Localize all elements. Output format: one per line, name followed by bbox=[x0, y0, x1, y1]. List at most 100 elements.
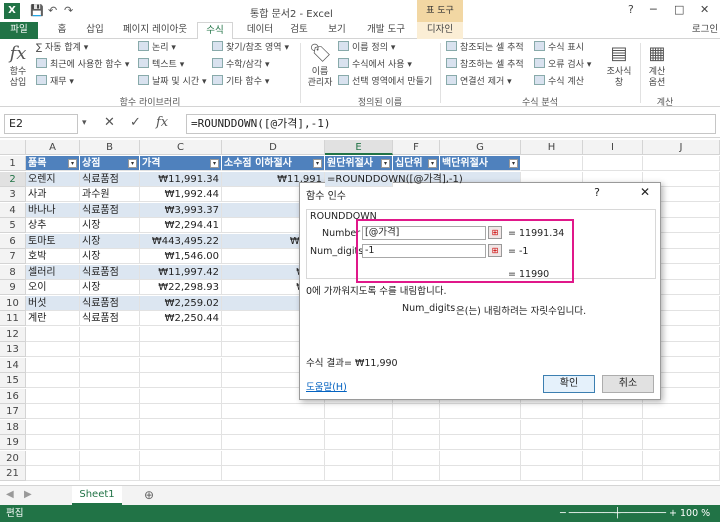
grid-cell[interactable] bbox=[26, 466, 80, 481]
grid-cell[interactable] bbox=[140, 435, 222, 450]
table-cell[interactable]: 바나나 bbox=[26, 202, 80, 218]
grid-cell[interactable] bbox=[80, 404, 140, 419]
grid-cell[interactable] bbox=[80, 342, 140, 357]
row-header[interactable]: 18 bbox=[0, 419, 26, 435]
row-header[interactable]: 10 bbox=[0, 295, 26, 311]
grid-cell[interactable] bbox=[80, 357, 140, 373]
grid-cell[interactable] bbox=[325, 450, 393, 466]
select-all-corner[interactable] bbox=[0, 140, 26, 155]
grid-cell[interactable] bbox=[140, 342, 222, 357]
grid-cell[interactable] bbox=[643, 404, 720, 419]
prev-sheet-icon[interactable]: ◀ bbox=[6, 489, 14, 500]
grid-cell[interactable] bbox=[26, 342, 80, 357]
tab-page-layout[interactable]: 페이지 레이아웃 bbox=[116, 22, 194, 39]
table-header-cell[interactable]: 상점 ▾ bbox=[80, 156, 140, 171]
grid-cell[interactable] bbox=[643, 435, 720, 450]
table-cell[interactable]: 오이 bbox=[26, 280, 80, 295]
zoom-level[interactable]: 100 % bbox=[680, 505, 710, 522]
grid-cell[interactable] bbox=[643, 466, 720, 481]
row-header[interactable]: 2 bbox=[0, 171, 26, 187]
grid-cell[interactable] bbox=[26, 373, 80, 388]
cancel-entry-icon[interactable]: ✕ bbox=[104, 115, 115, 130]
grid-cell[interactable] bbox=[393, 404, 440, 419]
show-formulas-button[interactable]: 수식 표시 bbox=[534, 41, 584, 55]
formula-input[interactable]: =ROUNDDOWN([@가격],-1) bbox=[186, 114, 716, 134]
grid-cell[interactable] bbox=[140, 373, 222, 388]
column-header[interactable]: D bbox=[222, 140, 325, 155]
tab-review[interactable]: 검토 bbox=[284, 22, 314, 39]
grid-cell[interactable] bbox=[643, 156, 720, 171]
grid-cell[interactable] bbox=[325, 435, 393, 450]
grid-cell[interactable] bbox=[26, 450, 80, 466]
table-cell[interactable]: 과수원 bbox=[80, 187, 140, 202]
column-header[interactable]: A bbox=[26, 140, 80, 155]
grid-cell[interactable] bbox=[325, 466, 393, 481]
ok-button[interactable]: 확인 bbox=[543, 375, 595, 393]
row-header[interactable]: 21 bbox=[0, 466, 26, 481]
row-header[interactable]: 16 bbox=[0, 388, 26, 404]
grid-cell[interactable] bbox=[440, 466, 521, 481]
grid-cell[interactable] bbox=[583, 450, 643, 466]
tab-design[interactable]: 디자인 bbox=[417, 22, 463, 39]
table-cell[interactable]: 시장 bbox=[80, 218, 140, 233]
grid-cell[interactable] bbox=[583, 435, 643, 450]
grid-cell[interactable] bbox=[80, 388, 140, 404]
grid-cell[interactable] bbox=[440, 419, 521, 435]
table-header-cell[interactable]: 원단위절사 ▾ bbox=[325, 156, 393, 171]
grid-cell[interactable] bbox=[222, 404, 325, 419]
grid-cell[interactable] bbox=[222, 435, 325, 450]
grid-cell[interactable] bbox=[583, 156, 643, 171]
table-cell[interactable]: ₩1,992.44 bbox=[140, 187, 222, 202]
calc-options-button[interactable]: ▦ 계산 옵션 bbox=[644, 43, 670, 89]
table-cell[interactable]: ₩2,250.44 bbox=[140, 311, 222, 326]
zoom-slider[interactable]: ─ ────────┼──────── + bbox=[560, 505, 677, 522]
table-cell[interactable]: 시장 bbox=[80, 280, 140, 295]
grid-cell[interactable] bbox=[393, 419, 440, 435]
row-header[interactable]: 20 bbox=[0, 450, 26, 466]
row-header[interactable]: 14 bbox=[0, 357, 26, 373]
column-header[interactable]: H bbox=[521, 140, 583, 155]
column-header[interactable]: G bbox=[440, 140, 521, 155]
filter-dropdown-icon[interactable]: ▾ bbox=[428, 159, 437, 168]
grid-cell[interactable] bbox=[222, 466, 325, 481]
table-cell[interactable]: ₩2,294.41 bbox=[140, 218, 222, 233]
grid-cell[interactable] bbox=[521, 435, 583, 450]
grid-cell[interactable] bbox=[140, 357, 222, 373]
grid-cell[interactable] bbox=[26, 326, 80, 342]
column-header[interactable]: C bbox=[140, 140, 222, 155]
grid-cell[interactable] bbox=[393, 435, 440, 450]
column-header[interactable]: J bbox=[643, 140, 720, 155]
table-header-cell[interactable]: 십단위 ▾ bbox=[393, 156, 440, 171]
table-cell[interactable]: 토마토 bbox=[26, 233, 80, 249]
table-cell[interactable]: 시장 bbox=[80, 249, 140, 264]
table-cell[interactable]: ₩1,546.00 bbox=[140, 249, 222, 264]
table-cell[interactable]: ₩11,991.34 bbox=[140, 171, 222, 187]
row-header[interactable]: 17 bbox=[0, 404, 26, 419]
row-header[interactable]: 4 bbox=[0, 202, 26, 218]
grid-cell[interactable] bbox=[80, 435, 140, 450]
tab-developer[interactable]: 개발 도구 bbox=[360, 22, 412, 39]
maximize-icon[interactable]: □ bbox=[674, 3, 684, 16]
column-header[interactable]: I bbox=[583, 140, 643, 155]
column-header[interactable]: B bbox=[80, 140, 140, 155]
table-cell[interactable]: ₩22,298.93 bbox=[140, 280, 222, 295]
table-cell[interactable]: 식료품점 bbox=[80, 264, 140, 280]
close-window-icon[interactable]: ✕ bbox=[700, 3, 709, 16]
next-sheet-icon[interactable]: ▶ bbox=[24, 489, 32, 500]
table-cell[interactable]: 셀러리 bbox=[26, 264, 80, 280]
grid-cell[interactable] bbox=[643, 450, 720, 466]
math-button[interactable]: 수학/삼각 ▾ bbox=[212, 58, 270, 72]
grid-cell[interactable] bbox=[140, 326, 222, 342]
grid-cell[interactable] bbox=[583, 404, 643, 419]
grid-cell[interactable] bbox=[26, 419, 80, 435]
insert-function-icon[interactable]: fx bbox=[156, 115, 168, 130]
grid-cell[interactable] bbox=[393, 450, 440, 466]
grid-cell[interactable] bbox=[440, 450, 521, 466]
undo-icon[interactable]: ↶ bbox=[48, 4, 57, 17]
grid-cell[interactable] bbox=[325, 419, 393, 435]
datetime-button[interactable]: 날짜 및 시간 ▾ bbox=[138, 75, 207, 89]
grid-cell[interactable] bbox=[521, 450, 583, 466]
tab-view[interactable]: 보기 bbox=[322, 22, 352, 39]
grid-cell[interactable] bbox=[140, 419, 222, 435]
grid-cell[interactable] bbox=[440, 435, 521, 450]
